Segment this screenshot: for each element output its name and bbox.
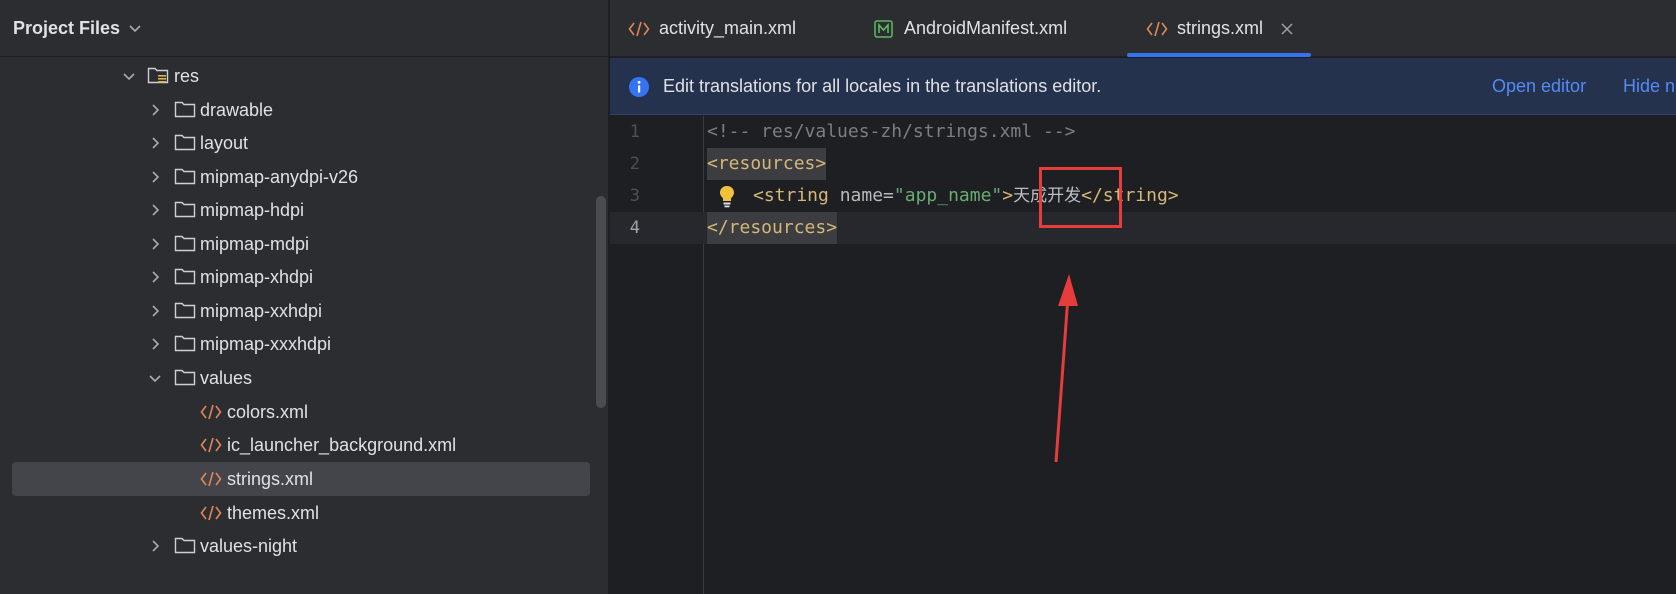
tree-item-label: themes.xml [227,502,320,523]
chevron-right-icon[interactable] [148,337,162,351]
tree-item-values-night[interactable]: values-night [0,529,596,563]
tree-item-layout[interactable]: layout [0,126,596,160]
sidebar-title[interactable]: Project Files [13,18,120,39]
tab-strings-xml[interactable]: strings.xml [1126,0,1312,57]
tree-item-mipmap-xhdpi[interactable]: mipmap-xhdpi [0,260,596,294]
chevron-right-icon[interactable] [148,103,162,117]
resources-open-tag: <resources> [707,148,827,180]
xml-file-icon [200,505,222,521]
tree-item-res[interactable]: res [0,59,596,93]
tree-item-label: values [200,367,253,388]
tree-item-mipmap-mdpi[interactable]: mipmap-mdpi [0,227,596,261]
tree-item-label: mipmap-hdpi [200,199,305,220]
line-number: 4 [629,218,640,238]
tree-item-mipmap-xxhdpi[interactable]: mipmap-xxhdpi [0,294,596,328]
lightbulb-icon[interactable] [718,184,736,208]
code-line-4[interactable]: 4 </resources> [610,212,1676,244]
tree-item-label: drawable [200,99,274,120]
xml-file-icon [200,404,222,420]
tree-item-mipmap-anydpi-v26[interactable]: mipmap-anydpi-v26 [0,160,596,194]
chevron-right-icon[interactable] [148,136,162,150]
tree-item-label: layout [200,132,249,153]
folder-icon [174,235,196,252]
editor-tab-bar: activity_main.xml AndroidManifest.xml st… [610,0,1676,57]
tree-item-label: mipmap-xxhdpi [200,300,323,321]
tree-item-themes-xml[interactable]: themes.xml [0,496,596,530]
tree-item-strings-xml[interactable]: strings.xml [12,462,590,496]
project-sidebar: Project Files res drawable layout mipmap… [0,0,609,594]
tree-item-mipmap-xxxhdpi[interactable]: mipmap-xxxhdpi [0,327,596,361]
xml-file-icon [628,21,650,36]
tree-item-colors-xml[interactable]: colors.xml [0,395,596,429]
banner-message: Edit translations for all locales in the… [663,75,1102,96]
tab-android-manifest-xml[interactable]: AndroidManifest.xml [872,0,1067,57]
folder-icon [174,268,196,285]
line-number: 2 [629,154,640,174]
annotation-highlight-box [1039,167,1122,228]
chevron-right-icon[interactable] [148,270,162,284]
string-open-tag: <string [753,185,829,206]
manifest-icon [874,19,893,38]
folder-icon [174,302,196,319]
chevron-right-icon[interactable] [148,203,162,217]
tab-label: AndroidManifest.xml [904,18,1068,38]
line-number: 1 [629,122,640,142]
tree-item-label: ic_launcher_background.xml [227,434,457,455]
folder-icon [174,537,196,554]
name-attribute: name= [828,185,894,206]
hide-notification-link[interactable]: Hide n [1623,76,1675,97]
resources-close-tag: </resources> [707,212,838,244]
open-editor-link[interactable]: Open editor [1492,76,1586,97]
chevron-right-icon[interactable] [148,237,162,251]
tree-item-values[interactable]: values [0,361,596,395]
sidebar-scrollbar[interactable] [596,196,606,408]
tree-item-label: res [174,65,200,86]
xml-file-icon [1146,21,1168,36]
code-line-3[interactable]: 3 <string name="app_name">天成开发</string> [610,180,1676,212]
tree-item-drawable[interactable]: drawable [0,93,596,127]
tree-item-label: colors.xml [227,401,309,422]
tree-item-label: mipmap-anydpi-v26 [200,166,359,187]
folder-icon [174,335,196,352]
chevron-right-icon[interactable] [148,170,162,184]
chevron-down-icon[interactable] [128,21,142,35]
translations-banner: Edit translations for all locales in the… [610,58,1676,115]
folder-icon [174,134,196,151]
tree-item-label: values-night [200,535,298,556]
tree-item-label: mipmap-mdpi [200,233,310,254]
chevron-down-icon[interactable] [122,69,136,83]
folder-icon [174,369,196,386]
chevron-right-icon[interactable] [148,539,162,553]
tree-item-label: mipmap-xhdpi [200,266,314,287]
xml-comment: <!-- res/values-zh/strings.xml --> [707,121,1076,142]
line-number: 3 [629,186,640,206]
tag-bracket: > [1002,185,1014,206]
attribute-value: "app_name" [893,185,1003,206]
sidebar-header[interactable]: Project Files [0,0,608,57]
chevron-right-icon[interactable] [148,304,162,318]
close-icon[interactable] [1281,22,1293,35]
xml-file-icon [200,437,222,453]
tree-item-mipmap-hdpi[interactable]: mipmap-hdpi [0,193,596,227]
code-line-2[interactable]: 2 <resources> [610,148,1676,180]
tab-activity-main-xml[interactable]: activity_main.xml [627,0,796,57]
tab-label: strings.xml [1177,18,1264,38]
code-line-1[interactable]: 1 <!-- res/values-zh/strings.xml --> [610,116,1676,148]
folder-icon [174,101,196,118]
tree-item-ic-launcher-background-xml[interactable]: ic_launcher_background.xml [0,428,596,462]
folder-icon [174,201,196,218]
xml-file-icon [200,471,222,487]
tree-item-label: strings.xml [227,468,314,489]
code-editor[interactable]: 1 <!-- res/values-zh/strings.xml --> 2 <… [610,116,1676,594]
tree-item-label: mipmap-xxxhdpi [200,333,332,354]
chevron-down-icon[interactable] [148,371,162,385]
tab-label: activity_main.xml [659,18,797,38]
res-folder-icon [147,67,169,84]
folder-icon [174,168,196,185]
info-icon [629,77,649,97]
